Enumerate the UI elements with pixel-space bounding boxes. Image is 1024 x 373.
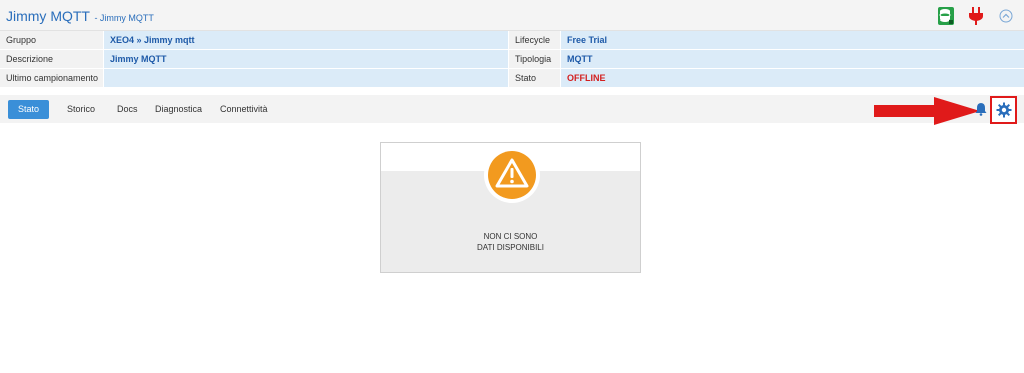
settings-button[interactable] (990, 96, 1017, 124)
info-label-gruppo: Gruppo (0, 31, 104, 49)
tab-stato[interactable]: Stato (8, 100, 50, 119)
info-value-descrizione: Jimmy MQTT (104, 50, 509, 68)
tab-diagnostica[interactable]: Diagnostica (155, 100, 202, 119)
empty-state-message: NON CI SONO DATI DISPONIBILI (381, 231, 640, 253)
info-value-ultimo-campionamento (104, 69, 509, 87)
empty-state-line1: NON CI SONO (483, 232, 538, 241)
tab-connettivita[interactable]: Connettività (220, 100, 268, 119)
device-subtitle: - Jimmy MQTT (94, 13, 154, 23)
info-value-stato: OFFLINE (561, 69, 1024, 87)
warning-badge (484, 147, 540, 203)
database-icon[interactable] (936, 6, 956, 26)
tab-docs[interactable]: Docs (117, 100, 138, 119)
gear-icon (996, 102, 1011, 118)
info-value-lifecycle: Free Trial (561, 31, 1024, 49)
info-label-stato: Stato (509, 69, 561, 87)
page-header: Jimmy MQTT - Jimmy MQTT (0, 0, 1024, 31)
page-title: Jimmy MQTT - Jimmy MQTT (6, 8, 154, 26)
plug-icon[interactable] (966, 6, 986, 26)
info-value-gruppo[interactable]: XEO4 » Jimmy mqtt (104, 31, 509, 49)
info-row: Ultimo campionamento Stato OFFLINE (0, 69, 1024, 88)
info-row: Gruppo XEO4 » Jimmy mqtt Lifecycle Free … (0, 31, 1024, 50)
tab-storico[interactable]: Storico (67, 100, 95, 119)
tab-bar: Stato Storico Docs Diagnostica Connettiv… (0, 95, 1024, 123)
bell-icon[interactable] (974, 102, 988, 116)
device-title: Jimmy MQTT (6, 8, 90, 24)
info-label-descrizione: Descrizione (0, 50, 104, 68)
info-label-lifecycle: Lifecycle (509, 31, 561, 49)
chevron-up-circle-icon[interactable] (996, 6, 1016, 26)
warning-icon (488, 151, 536, 199)
header-actions (936, 6, 1016, 26)
empty-state-card: NON CI SONO DATI DISPONIBILI (380, 142, 641, 273)
info-label-ultimo-campionamento: Ultimo campionamento (0, 69, 104, 87)
info-value-tipologia: MQTT (561, 50, 1024, 68)
info-label-tipologia: Tipologia (509, 50, 561, 68)
empty-state-line2: DATI DISPONIBILI (477, 243, 544, 252)
annotation-arrow-icon (874, 97, 980, 125)
info-row: Descrizione Jimmy MQTT Tipologia MQTT (0, 50, 1024, 69)
device-info-grid: Gruppo XEO4 » Jimmy mqtt Lifecycle Free … (0, 31, 1024, 88)
